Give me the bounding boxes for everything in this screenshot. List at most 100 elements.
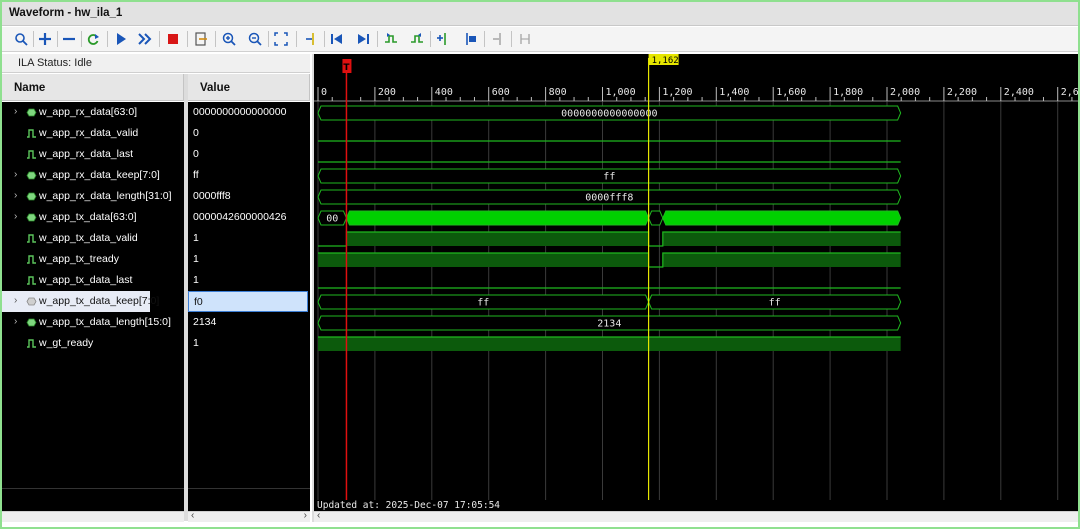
expand-chevron-icon[interactable]: › — [14, 106, 17, 117]
toolbar-separator — [324, 31, 325, 47]
signal-row[interactable]: › w_app_rx_data_length[31:0] — [2, 186, 184, 207]
bus-signal-icon — [26, 297, 37, 306]
signal-value-row[interactable]: 0000fff8 — [188, 186, 308, 207]
ruler-tick-label: 1,000 — [606, 87, 636, 98]
expand-chevron-icon[interactable]: › — [14, 295, 17, 306]
toolbar-separator — [296, 31, 297, 47]
scroll-right-icon[interactable]: › — [304, 510, 307, 521]
refresh-icon[interactable] — [82, 29, 104, 49]
signal-value-row[interactable]: 2134 — [188, 312, 308, 333]
ruler-tick-label: 2,000 — [890, 87, 920, 98]
export-icon[interactable] — [190, 29, 212, 49]
zoom-fit-icon[interactable] — [270, 29, 292, 49]
ila-status-bar: ILA Status: Idle — [2, 54, 310, 73]
signal-value-row[interactable]: 0000042600000426 — [188, 207, 308, 228]
signal-row[interactable]: w_gt_ready — [2, 333, 184, 354]
signal-row[interactable]: › w_app_rx_data_keep[7:0] — [2, 165, 184, 186]
add-marker-icon[interactable] — [432, 29, 454, 49]
toolbar-separator — [511, 31, 512, 47]
minus-icon[interactable] — [58, 29, 80, 49]
name-column-header[interactable]: Name — [2, 74, 184, 101]
name-footer — [2, 488, 184, 511]
signal-name: w_app_tx_data[63:0] — [39, 211, 137, 223]
ruler-tick-label: 2,600 — [1061, 87, 1078, 98]
signal-row[interactable]: w_app_rx_data_valid — [2, 123, 184, 144]
signal-row[interactable]: w_app_tx_data_last — [2, 270, 184, 291]
scroll-left-icon[interactable]: ‹ — [191, 510, 194, 521]
prev-transition-icon[interactable] — [380, 29, 402, 49]
zoom-out-icon[interactable] — [244, 29, 266, 49]
next-transition-icon[interactable] — [406, 29, 428, 49]
signal-name: w_app_rx_data[63:0] — [39, 106, 138, 118]
ruler-tick-label: 2,200 — [947, 87, 977, 98]
expand-chevron-icon[interactable]: › — [14, 190, 17, 201]
signal-value-row[interactable]: 1 — [188, 228, 308, 249]
signal-row[interactable]: › w_app_tx_data[63:0] — [2, 207, 184, 228]
signal-name: w_app_tx_data_last — [39, 274, 133, 286]
bit-signal-icon — [26, 129, 37, 138]
bit-signal-icon — [26, 255, 37, 264]
zoom-in-icon[interactable] — [218, 29, 240, 49]
signal-value: 1 — [193, 253, 199, 265]
swap-cursors-icon[interactable] — [514, 29, 536, 49]
ruler-tick-label: 200 — [378, 87, 396, 98]
goto-end-icon[interactable] — [352, 29, 374, 49]
toolbar-separator — [430, 31, 431, 47]
value-scrollbar[interactable]: ‹ › — [188, 510, 310, 522]
signal-value-row[interactable]: 1 — [188, 333, 308, 354]
waveform-plot[interactable]: 0 200 400 600 800 1,000 1,200 1,400 1,600 1,800 2,… — [314, 54, 1078, 500]
waveform-scrollbar[interactable]: ‹ — [314, 510, 1078, 522]
prev-marker-icon[interactable] — [460, 29, 482, 49]
high-level-fill — [662, 253, 901, 267]
signal-value-row[interactable]: 0000000000000000 — [188, 102, 308, 123]
expand-chevron-icon[interactable]: › — [14, 211, 17, 222]
value-column-label: Value — [200, 82, 231, 94]
ila-status-text: ILA Status: Idle — [18, 57, 92, 69]
ruler-tick-label: 1,200 — [662, 87, 692, 98]
signal-value-row[interactable]: 0 — [188, 144, 308, 165]
signal-value: f0 — [194, 296, 203, 308]
goto-start-icon[interactable] — [326, 29, 348, 49]
search-icon[interactable] — [10, 29, 32, 49]
waveform-canvas[interactable]: 0 200 400 600 800 1,000 1,200 1,400 1,600 1,800 2,… — [312, 54, 1078, 522]
name-scrollbar[interactable] — [2, 511, 184, 522]
signal-row[interactable]: w_app_rx_data_last — [2, 144, 184, 165]
signal-value-row[interactable]: 1 — [188, 249, 308, 270]
bus-value-label: 00 — [326, 214, 338, 225]
run-trigger-icon[interactable] — [110, 29, 132, 49]
toolbar-separator — [215, 31, 216, 47]
signal-row[interactable]: w_app_tx_tready — [2, 249, 184, 270]
signal-row[interactable]: › w_app_tx_data_length[15:0] — [2, 312, 184, 333]
signal-row[interactable]: w_app_tx_data_valid — [2, 228, 184, 249]
signal-value-row[interactable]: f0 — [188, 291, 308, 312]
run-immediate-icon[interactable] — [134, 29, 156, 49]
plus-icon[interactable] — [34, 29, 56, 49]
goto-cursor-icon[interactable] — [300, 29, 322, 49]
next-marker-icon[interactable] — [486, 29, 508, 49]
signal-name: w_app_tx_data_keep[7:0] — [39, 295, 160, 307]
signal-name: w_app_rx_data_valid — [39, 127, 139, 139]
bus-value-label: ff — [603, 172, 615, 183]
signal-value: 2134 — [193, 316, 217, 328]
signal-row[interactable]: › w_app_tx_data_keep[7:0] — [2, 291, 159, 312]
toolbar-separator — [107, 31, 108, 47]
expand-chevron-icon[interactable]: › — [14, 169, 17, 180]
value-column-header[interactable]: Value — [188, 74, 310, 101]
signal-value-row[interactable]: ff — [188, 165, 308, 186]
ruler-tick-label: 1,800 — [833, 87, 863, 98]
expand-chevron-icon[interactable]: › — [14, 316, 17, 327]
toolbar-separator — [159, 31, 160, 47]
signal-value-row[interactable]: 1 — [188, 270, 308, 291]
bus-value-label: 2134 — [597, 319, 621, 330]
signal-value: 1 — [193, 232, 199, 244]
signal-value-row[interactable]: 0 — [188, 123, 308, 144]
value-footer — [188, 488, 310, 511]
signal-name: w_app_tx_data_length[15:0] — [39, 316, 171, 328]
wave-scroll-left-icon[interactable]: ‹ — [317, 510, 320, 521]
stop-icon[interactable] — [162, 29, 184, 49]
signal-value: 0 — [193, 148, 199, 160]
high-level-fill — [318, 337, 901, 351]
signal-name: w_app_rx_data_keep[7:0] — [39, 169, 160, 181]
signal-name: w_gt_ready — [39, 337, 94, 349]
signal-row[interactable]: › w_app_rx_data[63:0] — [2, 102, 184, 123]
